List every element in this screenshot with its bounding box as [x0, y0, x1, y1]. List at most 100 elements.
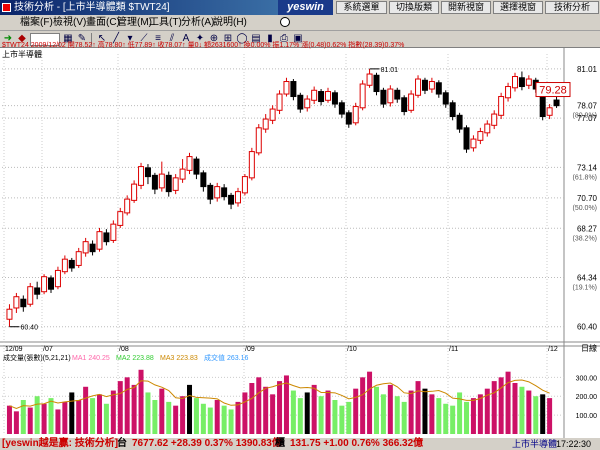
volume-bar — [256, 377, 262, 434]
volume-bar — [187, 384, 193, 434]
system-menu-button[interactable]: 系統選單 — [336, 1, 387, 14]
volume-bar — [415, 381, 421, 434]
volume-bar — [450, 405, 456, 434]
high-label: 81.01 — [381, 67, 399, 74]
status-stock-name: 上市半導體 — [512, 439, 558, 449]
candle-body — [186, 156, 193, 171]
candle-body — [553, 99, 560, 107]
volume-bar — [34, 396, 40, 434]
volume-bar — [353, 388, 359, 434]
candle-body — [546, 107, 553, 116]
volume-bar — [380, 394, 386, 434]
volume-bar — [138, 369, 144, 434]
volume-bar — [83, 386, 89, 434]
candle-body — [75, 251, 82, 266]
menu-analysis[interactable]: 分析(A) — [181, 17, 214, 29]
candle-body — [165, 174, 172, 193]
volume-bar — [249, 383, 255, 434]
volume-bar — [69, 392, 75, 434]
technical-analysis-button[interactable]: 技術分析 — [545, 1, 599, 14]
volume-bar — [55, 409, 61, 434]
volume-bar — [207, 407, 213, 434]
menu-help[interactable]: 說明(H) — [213, 17, 247, 29]
volume-bar — [346, 401, 352, 434]
candle-body — [20, 298, 27, 308]
radio-icon[interactable] — [280, 17, 290, 27]
date-axis-label: /12 — [548, 346, 558, 353]
candle-body — [511, 76, 518, 89]
menu-screen[interactable]: 畫面(C) — [86, 17, 120, 29]
candle-body — [394, 89, 401, 100]
price-axis-fib-label: (19.1%) — [572, 284, 597, 291]
candle-body — [498, 96, 505, 116]
price-axis-fib-label: (38.2%) — [572, 235, 597, 242]
candle-body — [193, 158, 200, 175]
switch-category-button[interactable]: 切換版類 — [389, 1, 439, 14]
volume-bar — [491, 381, 497, 434]
candle-body — [456, 114, 463, 130]
menu-manage[interactable]: 管理(M) — [117, 17, 152, 29]
candle-body — [234, 191, 241, 204]
candle-body — [331, 92, 338, 105]
menu-view[interactable]: 檢視(V) — [53, 17, 86, 29]
volume-bar — [124, 377, 130, 434]
volume-legend-entry: 成交值 263.16 — [204, 353, 248, 362]
candle-body — [491, 113, 498, 126]
candle-body — [144, 167, 151, 178]
candle-body — [401, 97, 408, 113]
volume-bar — [540, 394, 546, 434]
tai-label: 台 — [117, 438, 127, 449]
volume-bar — [318, 396, 324, 434]
volume-axis-label: 100.00 — [576, 413, 598, 420]
chart-area[interactable]: 81.01 78.07 (80.9%) 77.07 73.14 (61.8%) 70.70(… — [0, 48, 600, 438]
stock-chart[interactable]: 81.0178.07(80.9%)77.0773.14(61.8%)70.70(… — [0, 48, 600, 438]
candle-body — [138, 166, 145, 186]
candle-body — [103, 232, 110, 243]
volume-bar — [283, 375, 289, 434]
candle-body — [505, 86, 512, 99]
candle-body — [34, 287, 41, 295]
candle-body — [241, 176, 248, 194]
select-window-button[interactable]: 選擇視窗 — [493, 1, 543, 14]
candle-body — [214, 186, 221, 199]
candle-body — [421, 79, 428, 91]
candle-body — [61, 258, 68, 273]
menu-bar: 檔案(F) 檢視(V) 畫面(C) 管理(M) 工具(T) 分析(A) 說明(H… — [0, 15, 278, 31]
app-icon — [2, 3, 11, 12]
volume-bar — [311, 384, 317, 434]
volume-bar — [96, 394, 102, 434]
volume-bar — [228, 409, 234, 434]
volume-bar — [387, 384, 393, 434]
menu-file[interactable]: 檔案(F) — [20, 17, 53, 29]
candle-body — [477, 131, 484, 141]
menu-tools[interactable]: 工具(T) — [149, 17, 182, 29]
volume-bar — [62, 401, 68, 434]
candle-body — [200, 172, 207, 188]
volume-bar — [13, 411, 19, 434]
volume-axis-label: 200.00 — [576, 394, 598, 401]
price-axis-label: 68.27 — [577, 224, 598, 233]
volume-bar — [48, 398, 54, 434]
volume-bar — [6, 405, 12, 434]
date-axis-label: /11 — [449, 346, 458, 353]
window-title: 技術分析 - [上市半導體類 $TWT24] — [14, 2, 170, 13]
candle-body — [110, 223, 117, 241]
candle-body — [387, 88, 394, 104]
candle-body — [463, 127, 470, 150]
price-axis-label: 77.07 — [577, 114, 598, 123]
candle-body — [435, 82, 442, 95]
volume-bar — [464, 401, 470, 434]
new-window-button[interactable]: 開新視窗 — [441, 1, 491, 14]
price-axis-label: 70.70 — [577, 194, 598, 203]
candle-body — [352, 106, 359, 124]
volume-bar — [145, 392, 151, 434]
volume-bar — [290, 390, 296, 434]
candle-body — [248, 151, 255, 179]
price-axis-label: 64.34 — [577, 273, 598, 282]
candle-body — [48, 277, 55, 290]
tai-index-value: 7677.62 +28.39 0.37% 1390.83億 — [132, 438, 282, 449]
candle-body — [311, 89, 318, 101]
volume-bar — [394, 396, 400, 434]
price-axis-label: 60.40 — [577, 323, 598, 332]
candle-body — [54, 269, 61, 288]
